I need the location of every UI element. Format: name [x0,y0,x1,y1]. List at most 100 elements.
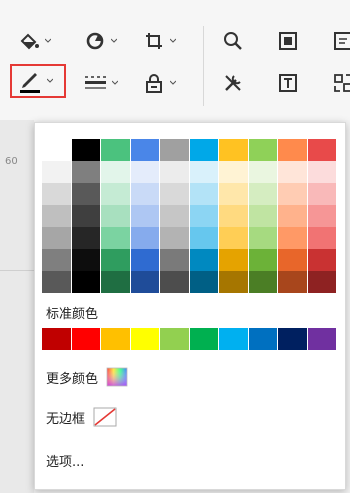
color-swatch[interactable] [219,183,248,205]
color-swatch[interactable] [307,183,336,205]
color-swatch[interactable] [278,271,307,293]
color-swatch[interactable] [248,205,277,227]
color-swatch[interactable] [160,139,189,161]
standard-color-swatch[interactable] [307,328,336,350]
color-swatch[interactable] [101,183,130,205]
color-swatch[interactable] [130,139,159,161]
color-swatch[interactable] [219,271,248,293]
standard-color-swatch[interactable] [160,328,189,350]
color-swatch[interactable] [160,161,189,183]
color-swatch[interactable] [278,205,307,227]
fill-color-button[interactable] [18,24,51,58]
color-swatch[interactable] [101,249,130,271]
tools-icon [225,75,241,91]
color-swatch[interactable] [307,205,336,227]
color-swatch[interactable] [307,249,336,271]
color-swatch[interactable] [71,139,100,161]
color-swatch[interactable] [71,205,100,227]
standard-color-swatch[interactable] [189,328,218,350]
color-swatch[interactable] [42,205,71,227]
color-swatch[interactable] [130,183,159,205]
color-swatch[interactable] [219,161,248,183]
chevron-down-icon [45,38,51,43]
standard-color-swatch[interactable] [130,328,159,350]
color-swatch[interactable] [248,271,277,293]
color-swatch[interactable] [307,161,336,183]
color-swatch[interactable] [248,161,277,183]
color-swatch[interactable] [189,227,218,249]
color-swatch[interactable] [307,139,336,161]
color-swatch[interactable] [219,249,248,271]
color-swatch[interactable] [278,139,307,161]
standard-color-swatch[interactable] [248,328,277,350]
color-swatch[interactable] [130,161,159,183]
more-tool-button[interactable] [332,24,350,58]
standard-color-row [42,328,336,350]
color-swatch[interactable] [307,271,336,293]
color-swatch[interactable] [101,271,130,293]
color-swatch[interactable] [189,161,218,183]
color-swatch[interactable] [248,139,277,161]
color-swatch[interactable] [219,205,248,227]
color-swatch[interactable] [42,271,71,293]
color-swatch[interactable] [189,249,218,271]
color-swatch[interactable] [219,139,248,161]
color-swatch[interactable] [189,183,218,205]
color-swatch[interactable] [101,205,130,227]
color-swatch[interactable] [189,205,218,227]
color-swatch[interactable] [130,205,159,227]
group-button[interactable] [332,66,350,100]
shape-outline-button[interactable] [84,24,117,58]
color-swatch[interactable] [42,139,71,161]
color-swatch[interactable] [160,271,189,293]
color-swatch[interactable] [71,249,100,271]
color-swatch[interactable] [130,271,159,293]
color-swatch[interactable] [71,161,100,183]
color-swatch[interactable] [278,249,307,271]
line-style-button[interactable] [83,66,118,100]
tools-button[interactable] [222,66,244,100]
color-swatch[interactable] [160,249,189,271]
color-swatch[interactable] [248,227,277,249]
color-swatch[interactable] [278,227,307,249]
color-swatch[interactable] [160,205,189,227]
standard-color-swatch[interactable] [101,328,130,350]
toolbar-divider [203,26,204,106]
color-swatch[interactable] [42,227,71,249]
color-swatch[interactable] [160,227,189,249]
crop-button[interactable] [143,24,176,58]
more-colors-item[interactable]: 更多颜色 [46,367,128,387]
standard-color-swatch[interactable] [219,328,248,350]
color-swatch[interactable] [42,183,71,205]
color-swatch[interactable] [278,183,307,205]
color-swatch[interactable] [307,227,336,249]
text-box-button[interactable] [277,66,299,100]
standard-color-swatch[interactable] [42,328,71,350]
color-swatch[interactable] [130,227,159,249]
color-swatch[interactable] [189,139,218,161]
color-swatch[interactable] [189,271,218,293]
options-item[interactable]: 选项... [46,451,84,470]
color-swatch[interactable] [71,183,100,205]
zoom-button[interactable] [222,24,244,58]
color-swatch[interactable] [101,161,130,183]
standard-color-swatch[interactable] [71,328,100,350]
color-swatch[interactable] [71,271,100,293]
color-swatch[interactable] [42,161,71,183]
standard-color-swatch[interactable] [278,328,307,350]
color-swatch[interactable] [219,227,248,249]
no-border-item[interactable]: 无边框 [46,407,117,427]
color-swatch[interactable] [101,227,130,249]
color-swatch[interactable] [130,249,159,271]
color-swatch[interactable] [278,161,307,183]
color-swatch[interactable] [248,249,277,271]
fit-page-button[interactable] [277,24,299,58]
color-swatch[interactable] [101,139,130,161]
color-swatch[interactable] [71,227,100,249]
color-swatch[interactable] [42,249,71,271]
line-color-button[interactable] [18,64,53,98]
color-swatch[interactable] [248,183,277,205]
lock-button[interactable] [143,66,176,100]
color-swatch[interactable] [160,183,189,205]
app-window: 60 标准颜色 更多颜色 无边框 选项... [0,0,350,493]
